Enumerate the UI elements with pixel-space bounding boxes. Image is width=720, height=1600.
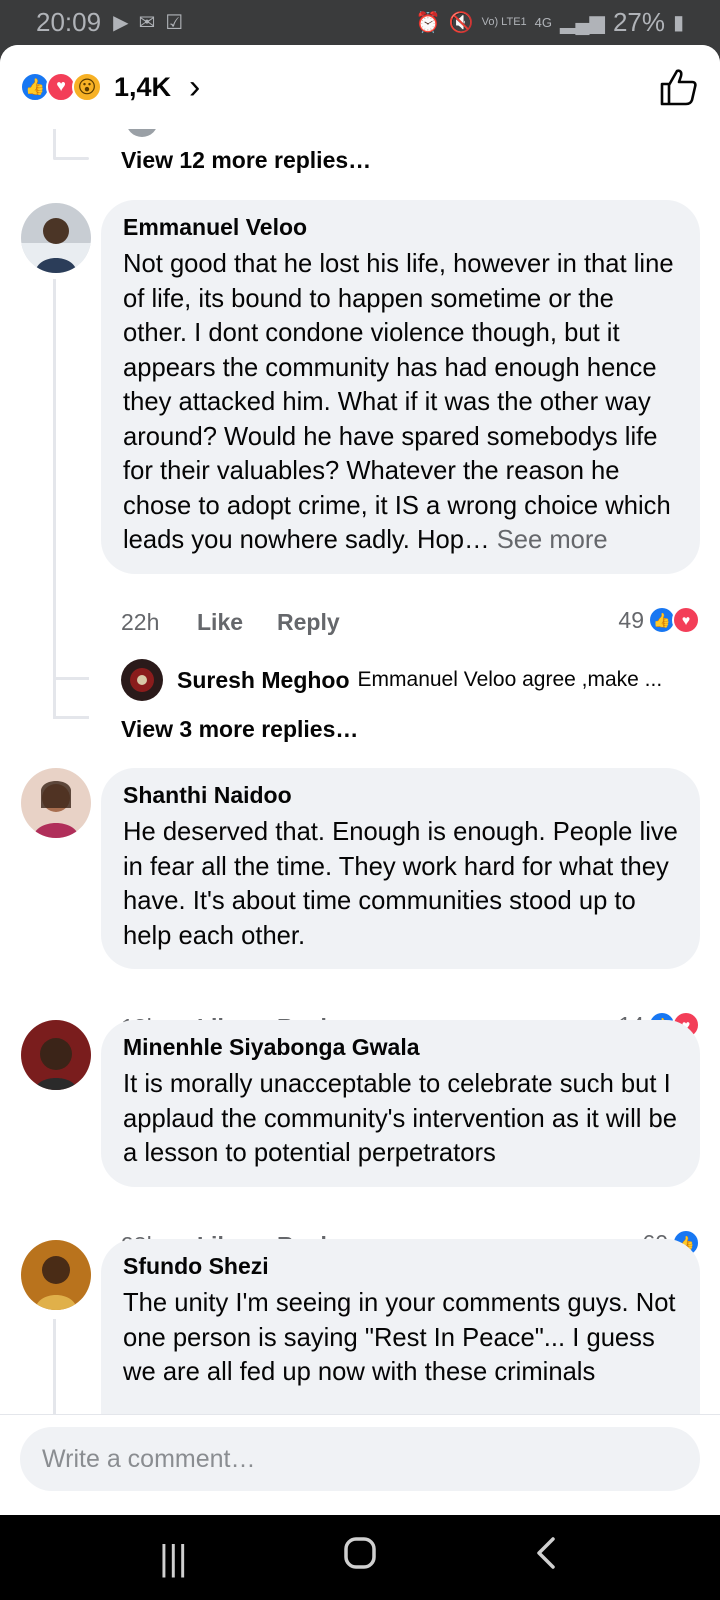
- comments-sheet: 👍 ♥ 😮 1,4K › View 12 more replies… Emman…: [0, 45, 720, 1515]
- reply-button[interactable]: Reply: [277, 609, 340, 636]
- reply-author[interactable]: Suresh Meghoo: [177, 667, 350, 694]
- status-bar: 20:09 ▶ ✉ ☑ ⏰ 🔇 Vo) LTE1 4G ▂▄▆ 27% ▮: [0, 0, 720, 45]
- reply-preview[interactable]: Suresh Meghoo Emmanuel Veloo agree ,make…: [121, 659, 691, 701]
- avatar[interactable]: [21, 203, 91, 273]
- avatar[interactable]: [121, 659, 163, 701]
- comment-bubble[interactable]: Shanthi Naidoo He deserved that. Enough …: [101, 768, 700, 969]
- sheet-header: 👍 ♥ 😮 1,4K ›: [0, 45, 720, 129]
- status-time: 20:09: [36, 7, 102, 37]
- signal-icon: ▂▄▆: [560, 12, 605, 34]
- comment-author[interactable]: Emmanuel Veloo: [123, 214, 678, 241]
- comment-author[interactable]: Shanthi Naidoo: [123, 782, 678, 809]
- avatar[interactable]: [21, 768, 91, 838]
- alarm-icon: ⏰: [415, 12, 441, 34]
- comment-text: The unity I'm seeing in your comments gu…: [123, 1289, 676, 1386]
- mute-icon: 🔇: [448, 12, 474, 34]
- avatar[interactable]: [126, 129, 158, 137]
- comment-text: He deserved that. Enough is enough. Peop…: [123, 818, 678, 950]
- play-store-icon: ▶: [113, 12, 129, 34]
- comment-author[interactable]: Minenhle Siyabonga Gwala: [123, 1034, 678, 1061]
- see-more-link[interactable]: See more: [497, 526, 608, 554]
- comment-composer: [0, 1414, 720, 1500]
- like-outline-icon[interactable]: [656, 65, 700, 109]
- comment-reaction-count: 49: [618, 606, 644, 633]
- comment-actions: 22h Like Reply: [121, 609, 374, 636]
- comment-text: It is morally unacceptable to celebrate …: [123, 1070, 678, 1167]
- comment-author[interactable]: Sfundo Shezi: [123, 1253, 678, 1280]
- view-more-replies-button[interactable]: View 3 more replies…: [121, 716, 358, 743]
- chevron-right-icon: ›: [189, 67, 201, 106]
- like-button[interactable]: Like: [197, 609, 243, 636]
- reply-text: Emmanuel Veloo agree ,make ...: [357, 668, 663, 691]
- recent-apps-icon[interactable]: |||: [143, 1537, 203, 1579]
- home-icon[interactable]: [330, 1536, 390, 1579]
- message-icon: ✉: [138, 12, 156, 34]
- wow-reaction-icon: 😮: [72, 72, 102, 102]
- avatar[interactable]: [21, 1020, 91, 1090]
- comment-text: Not good that he lost his life, however …: [123, 250, 674, 554]
- comment-thread: View 12 more replies… Emmanuel Veloo Not…: [0, 129, 720, 1459]
- comment-reactions[interactable]: 49 👍 ♥: [618, 606, 700, 634]
- view-more-replies-button[interactable]: View 12 more replies…: [121, 147, 371, 174]
- network-label: Vo) LTE1: [481, 16, 527, 28]
- battery-icon: ▮: [672, 12, 684, 34]
- reaction-count: 1,4K: [114, 71, 172, 102]
- comment-bubble[interactable]: Emmanuel Veloo Not good that he lost his…: [101, 200, 700, 574]
- network-type: 4G: [534, 15, 552, 30]
- battery-percent: 27%: [612, 7, 665, 37]
- back-icon[interactable]: [517, 1536, 577, 1579]
- comment-time[interactable]: 22h: [121, 609, 197, 636]
- avatar[interactable]: [21, 1240, 91, 1310]
- system-nav-bar: |||: [0, 1515, 720, 1600]
- reaction-summary[interactable]: 👍 ♥ 😮 1,4K ›: [20, 68, 200, 107]
- comment-bubble[interactable]: Minenhle Siyabonga Gwala It is morally u…: [101, 1020, 700, 1187]
- check-icon: ☑: [165, 12, 184, 34]
- love-reaction-icon: ♥: [672, 606, 700, 634]
- comment-input[interactable]: [20, 1427, 700, 1491]
